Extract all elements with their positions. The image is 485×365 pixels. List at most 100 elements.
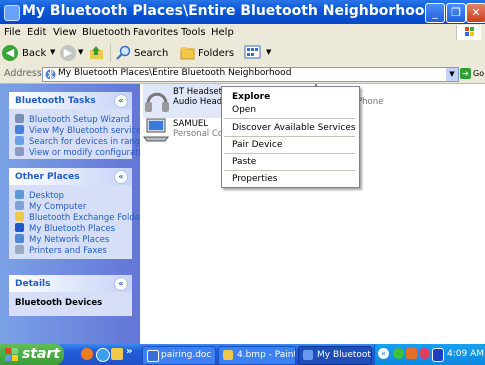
- task-view-services[interactable]: View My Bluetooth services: [15, 125, 146, 136]
- back-dropdown-icon[interactable]: ▼: [50, 48, 55, 56]
- folders-button[interactable]: Folders: [180, 44, 240, 62]
- views-button[interactable]: ▼: [244, 44, 274, 62]
- tray-clock: 4:09 AM: [447, 349, 484, 359]
- computer-icon: [15, 201, 24, 210]
- address-input[interactable]: My Bluetooth Places\Entire Bluetooth Nei…: [42, 67, 459, 82]
- place-network-places[interactable]: My Network Places: [15, 234, 109, 245]
- quick-launch-overflow[interactable]: »: [126, 346, 132, 357]
- tray-bluetooth-icon[interactable]: [432, 348, 444, 362]
- tray-network-icon[interactable]: [393, 348, 404, 359]
- toolbar-separator: [110, 44, 111, 62]
- quick-launch-explorer-icon[interactable]: [81, 348, 93, 360]
- task-setup-wizard[interactable]: Bluetooth Setup Wizard: [15, 114, 129, 125]
- task-configuration-label: View or modify configuration: [29, 148, 152, 158]
- back-button[interactable]: ◀ Back: [2, 44, 52, 62]
- taskbar-button-pairing-doc[interactable]: pairing.doc -...: [142, 346, 216, 365]
- other-places-panel: Other Places « Desktop My Computer Bluet…: [9, 168, 143, 259]
- start-label: start: [22, 346, 61, 362]
- up-folder-icon[interactable]: [89, 45, 104, 60]
- toolbar: ◀ Back ▼ ▶ ▼ Search Folders ▼: [0, 41, 485, 66]
- menu-tools[interactable]: Tools: [181, 27, 206, 38]
- place-my-computer[interactable]: My Computer: [15, 201, 86, 212]
- place-exchange-folder-label: Bluetooth Exchange Folder: [29, 213, 144, 223]
- place-exchange-folder[interactable]: Bluetooth Exchange Folder: [15, 212, 143, 223]
- bluetooth-tasks-header[interactable]: Bluetooth Tasks «: [9, 92, 132, 109]
- collapse-chevron-icon[interactable]: «: [114, 170, 128, 184]
- windows-logo-icon: [456, 25, 481, 40]
- place-desktop[interactable]: Desktop: [15, 190, 64, 201]
- title-bar[interactable]: My Bluetooth Places\Entire Bluetooth Nei…: [0, 0, 485, 24]
- tray-security-icon[interactable]: [406, 348, 417, 359]
- collapse-chevron-icon[interactable]: «: [114, 94, 128, 108]
- windows-flag-icon: [5, 348, 18, 361]
- minimize-button[interactable]: _: [425, 3, 445, 23]
- menu-bluetooth[interactable]: Bluetooth: [82, 27, 131, 38]
- go-button[interactable]: ➔ Go: [460, 67, 484, 81]
- task-view-services-label: View My Bluetooth services: [29, 126, 146, 136]
- menu-help[interactable]: Help: [211, 27, 234, 38]
- system-tray: « 4:09 AM: [374, 344, 485, 365]
- menu-item-explore[interactable]: Explore: [232, 92, 270, 102]
- other-places-header[interactable]: Other Places «: [9, 168, 132, 185]
- place-printers-faxes[interactable]: Printers and Faxes: [15, 245, 107, 256]
- folders-icon: [180, 47, 195, 60]
- device-name: SAMUEL: [173, 119, 209, 129]
- start-button[interactable]: start: [0, 344, 64, 365]
- maximize-button[interactable]: ❐: [446, 3, 466, 23]
- configuration-icon: [15, 147, 24, 156]
- menu-item-pair-device[interactable]: Pair Device: [232, 140, 282, 150]
- bluetooth-icon: [15, 223, 24, 232]
- forward-arrow-icon[interactable]: ▶: [60, 45, 76, 61]
- go-label: Go: [473, 69, 485, 78]
- details-panel: Details « Bluetooth Devices: [9, 275, 132, 316]
- quick-launch-outlook-icon[interactable]: [111, 348, 123, 360]
- bluetooth-tasks-panel: Bluetooth Tasks « Bluetooth Setup Wizard…: [9, 92, 151, 159]
- taskbar-button-paint[interactable]: 4.bmp - Paint: [218, 346, 296, 365]
- device-samuel[interactable]: SAMUEL Personal Com: [143, 117, 231, 149]
- printer-icon: [15, 245, 24, 254]
- taskbar: start » pairing.doc -... 4.bmp - Paint M…: [0, 344, 485, 365]
- back-arrow-icon: ◀: [2, 45, 18, 61]
- place-bluetooth-places[interactable]: My Bluetooth Places: [15, 223, 115, 234]
- forward-dropdown-icon[interactable]: ▼: [78, 48, 83, 56]
- menu-item-paste[interactable]: Paste: [232, 157, 256, 167]
- search-button[interactable]: Search: [116, 44, 178, 62]
- folder-icon: [15, 212, 24, 221]
- taskbar-button-label: pairing.doc -...: [161, 350, 215, 360]
- bluetooth-tasks-title: Bluetooth Tasks: [15, 96, 96, 106]
- menu-item-properties[interactable]: Properties: [232, 174, 277, 184]
- close-button[interactable]: ✕: [466, 3, 485, 23]
- place-desktop-label: Desktop: [29, 191, 65, 201]
- collapse-chevron-icon[interactable]: «: [114, 277, 128, 291]
- details-name: Bluetooth Devices: [15, 298, 103, 308]
- search-button-label: Search: [134, 48, 169, 59]
- details-title: Details: [15, 279, 51, 289]
- menu-view[interactable]: View: [53, 27, 77, 38]
- device-bt-headset[interactable]: BT Headset Audio Headset: [143, 84, 235, 118]
- computer-icon: [143, 118, 169, 142]
- views-dropdown-icon: ▼: [266, 48, 272, 56]
- quick-launch-browser-icon[interactable]: [96, 348, 110, 362]
- menu-separator: [224, 153, 355, 154]
- address-value: My Bluetooth Places\Entire Bluetooth Nei…: [58, 68, 292, 78]
- tray-antivirus-icon[interactable]: [419, 348, 430, 359]
- menu-edit[interactable]: Edit: [27, 27, 46, 38]
- menu-file[interactable]: File: [4, 27, 21, 38]
- menu-favorites[interactable]: Favorites: [133, 27, 178, 38]
- tray-expand-icon[interactable]: «: [378, 348, 389, 359]
- menu-item-discover-services[interactable]: Discover Available Services: [232, 123, 356, 133]
- taskbar-button-bluetooth-places[interactable]: My Bluetoot...: [298, 346, 372, 365]
- task-configuration[interactable]: View or modify configuration: [15, 147, 151, 158]
- bluetooth-places-icon: [303, 350, 313, 360]
- details-header[interactable]: Details «: [9, 275, 132, 292]
- task-search-devices[interactable]: Search for devices in range: [15, 136, 146, 147]
- window-title: My Bluetooth Places\Entire Bluetooth Nei…: [22, 3, 435, 19]
- task-pane: Bluetooth Tasks « Bluetooth Setup Wizard…: [0, 84, 151, 344]
- address-dropdown-icon[interactable]: ▼: [446, 68, 458, 81]
- device-name: BT Headset: [173, 87, 222, 97]
- views-icon: [244, 45, 261, 59]
- address-bar: Address My Bluetooth Places\Entire Bluet…: [0, 65, 485, 84]
- menu-item-open[interactable]: Open: [232, 105, 256, 115]
- menu-separator: [224, 118, 355, 119]
- word-document-icon: [147, 350, 159, 362]
